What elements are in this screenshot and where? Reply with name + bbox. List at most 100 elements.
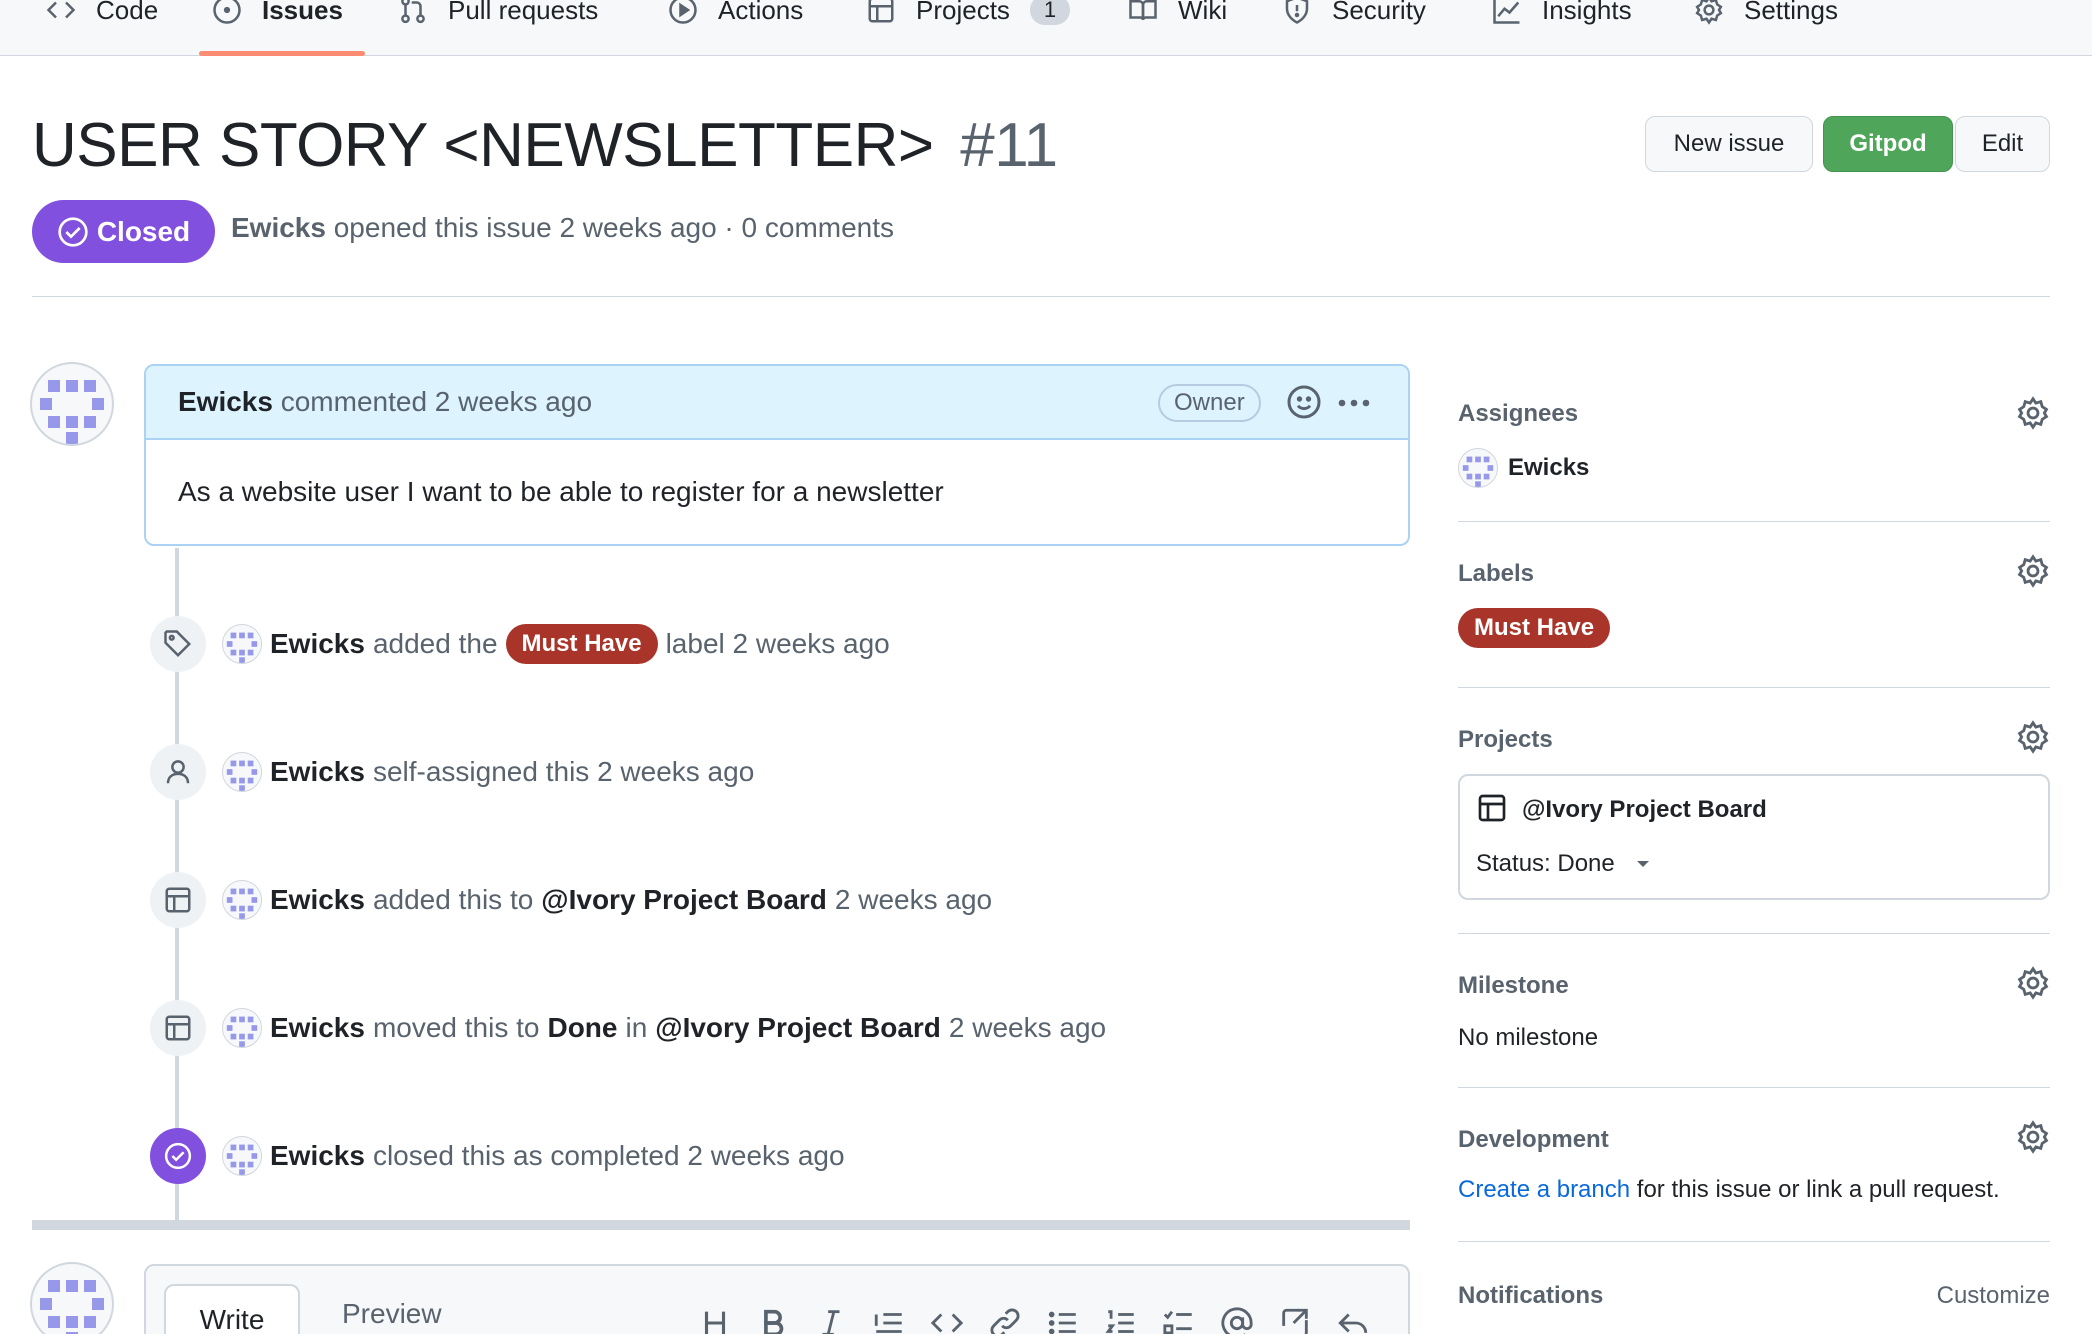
mention-icon[interactable] — [1220, 1306, 1254, 1334]
gear-icon[interactable] — [2016, 720, 2050, 754]
event-text: closed this as completed 2 weeks ago — [372, 1140, 845, 1171]
project-link[interactable]: @Ivory Project Board — [1522, 796, 1767, 824]
nav-tab-label: Code — [96, 0, 159, 25]
issue-meta: Ewicks opened this issue 2 weeks ago · 0… — [231, 212, 894, 244]
smiley-icon[interactable] — [1286, 384, 1322, 420]
event-text: 2 weeks ago — [948, 1012, 1107, 1043]
issue-title: USER STORY <NEWSLETTER> #11 — [32, 108, 1058, 184]
avatar[interactable] — [222, 1136, 262, 1176]
nav-tab-pull-requests[interactable]: Pull requests — [398, 0, 598, 56]
ordered-list-icon[interactable] — [1104, 1306, 1138, 1334]
issue-title-text: USER STORY <NEWSLETTER> — [32, 111, 934, 180]
italic-icon[interactable] — [814, 1306, 848, 1334]
gear-icon — [1695, 0, 1723, 25]
sidebar-notifications: Notifications Customize — [1458, 1278, 2050, 1318]
avatar[interactable] — [30, 362, 114, 446]
label-must-have[interactable]: Must Have — [505, 624, 658, 664]
sidebar-divider — [1458, 1241, 2050, 1242]
avatar[interactable] — [222, 880, 262, 920]
link-icon[interactable] — [988, 1306, 1022, 1334]
kebab-horizontal-icon[interactable] — [1336, 388, 1372, 418]
nav-tab-label: Settings — [1744, 0, 1838, 25]
nav-tab-projects[interactable]: Projects 1 — [866, 0, 1071, 56]
book-icon — [1129, 0, 1157, 21]
event-author-link[interactable]: Ewicks — [270, 1140, 365, 1172]
gitpod-button[interactable]: Gitpod — [1823, 116, 1953, 172]
unordered-list-icon[interactable] — [1046, 1306, 1080, 1334]
comment-editor: Write Preview — [144, 1264, 1410, 1334]
quote-icon[interactable] — [872, 1306, 906, 1334]
issue-author-link[interactable]: Ewicks — [231, 212, 326, 243]
bold-icon[interactable] — [756, 1306, 790, 1334]
event-text: in — [625, 1012, 648, 1043]
nav-tab-code[interactable]: Code — [46, 0, 158, 56]
gear-icon[interactable] — [2016, 966, 2050, 1000]
event-author-link[interactable]: Ewicks — [270, 884, 365, 916]
nav-tab-label: Issues — [262, 0, 343, 25]
sidebar-heading: Notifications — [1458, 1282, 1604, 1309]
avatar[interactable] — [222, 624, 262, 664]
project-link[interactable]: @Ivory Project Board — [655, 1012, 941, 1044]
nav-tab-label: Security — [1332, 0, 1426, 25]
avatar[interactable] — [30, 1262, 114, 1334]
timeline-item-project-add: Ewicks added this to @Ivory Project Boar… — [222, 876, 992, 924]
sidebar-divider — [1458, 1087, 2050, 1088]
sidebar-development: Development Create a branch for this iss… — [1458, 1120, 2050, 1210]
event-text: moved this to — [372, 1012, 540, 1043]
sidebar-divider — [1458, 521, 2050, 522]
customize-link[interactable]: Customize — [1937, 1282, 2050, 1310]
comment-author-link[interactable]: Ewicks — [178, 386, 273, 417]
table-icon — [1478, 794, 1506, 822]
avatar[interactable] — [222, 752, 262, 792]
event-author-link[interactable]: Ewicks — [270, 628, 365, 660]
code-icon[interactable] — [930, 1306, 964, 1334]
project-column: Done — [547, 1012, 618, 1043]
gear-icon[interactable] — [2016, 396, 2050, 430]
sidebar-heading: Labels — [1458, 560, 1535, 587]
gear-icon[interactable] — [2016, 554, 2050, 588]
nav-tab-issues[interactable]: Issues — [212, 0, 343, 56]
assignee-row[interactable]: Ewicks — [1458, 448, 1589, 488]
nav-tab-insights[interactable]: Insights — [1492, 0, 1632, 56]
code-icon — [46, 1, 76, 19]
nav-tab-label: Pull requests — [448, 0, 599, 25]
issue-opened-icon — [213, 0, 241, 24]
sidebar-assignees: Assignees Ewicks — [1458, 396, 2050, 496]
task-list-icon[interactable] — [1162, 1306, 1196, 1334]
nav-tab-security[interactable]: Security — [1282, 0, 1426, 56]
edit-button[interactable]: Edit — [1955, 116, 2050, 172]
project-status-dropdown[interactable]: Status: Done — [1476, 850, 1653, 878]
comment-body: As a website user I want to be able to r… — [178, 476, 944, 507]
cross-reference-icon[interactable] — [1278, 1306, 1312, 1334]
event-author-link[interactable]: Ewicks — [270, 1012, 365, 1044]
event-author-link[interactable]: Ewicks — [270, 756, 365, 788]
heading-icon[interactable] — [698, 1306, 732, 1334]
project-link[interactable]: @Ivory Project Board — [541, 884, 827, 916]
active-tab-underline — [199, 51, 365, 56]
triangle-down-icon — [1636, 861, 1649, 867]
nav-tab-settings[interactable]: Settings — [1694, 0, 1838, 56]
reply-icon[interactable] — [1336, 1306, 1370, 1334]
new-issue-button[interactable]: New issue — [1645, 116, 1813, 172]
tab-write[interactable]: Write — [164, 1284, 300, 1334]
tab-preview[interactable]: Preview — [342, 1298, 442, 1330]
projects-count-badge: 1 — [1029, 0, 1071, 25]
avatar[interactable] — [222, 1008, 262, 1048]
comment-author-line: Ewicks commented 2 weeks ago — [178, 386, 592, 418]
assignee-name[interactable]: Ewicks — [1508, 454, 1589, 482]
identicon-image — [40, 380, 104, 444]
timeline-badge — [150, 872, 206, 928]
avatar[interactable] — [1458, 448, 1498, 488]
label-must-have[interactable]: Must Have — [1458, 608, 1611, 648]
create-branch-link[interactable]: Create a branch — [1458, 1176, 1630, 1203]
gear-icon[interactable] — [2016, 1120, 2050, 1154]
timeline-badge — [150, 616, 206, 672]
issue-meta-text: opened this issue 2 weeks ago · 0 commen… — [333, 212, 895, 243]
nav-tab-wiki[interactable]: Wiki — [1128, 0, 1227, 56]
comment-timestamp[interactable]: commented 2 weeks ago — [281, 386, 592, 417]
issue-number: #11 — [960, 111, 1058, 180]
check-circle-icon — [164, 1142, 192, 1170]
sidebar-projects: Projects — [1458, 720, 2050, 760]
owner-badge: Owner — [1158, 384, 1261, 422]
nav-tab-actions[interactable]: Actions — [668, 0, 803, 56]
